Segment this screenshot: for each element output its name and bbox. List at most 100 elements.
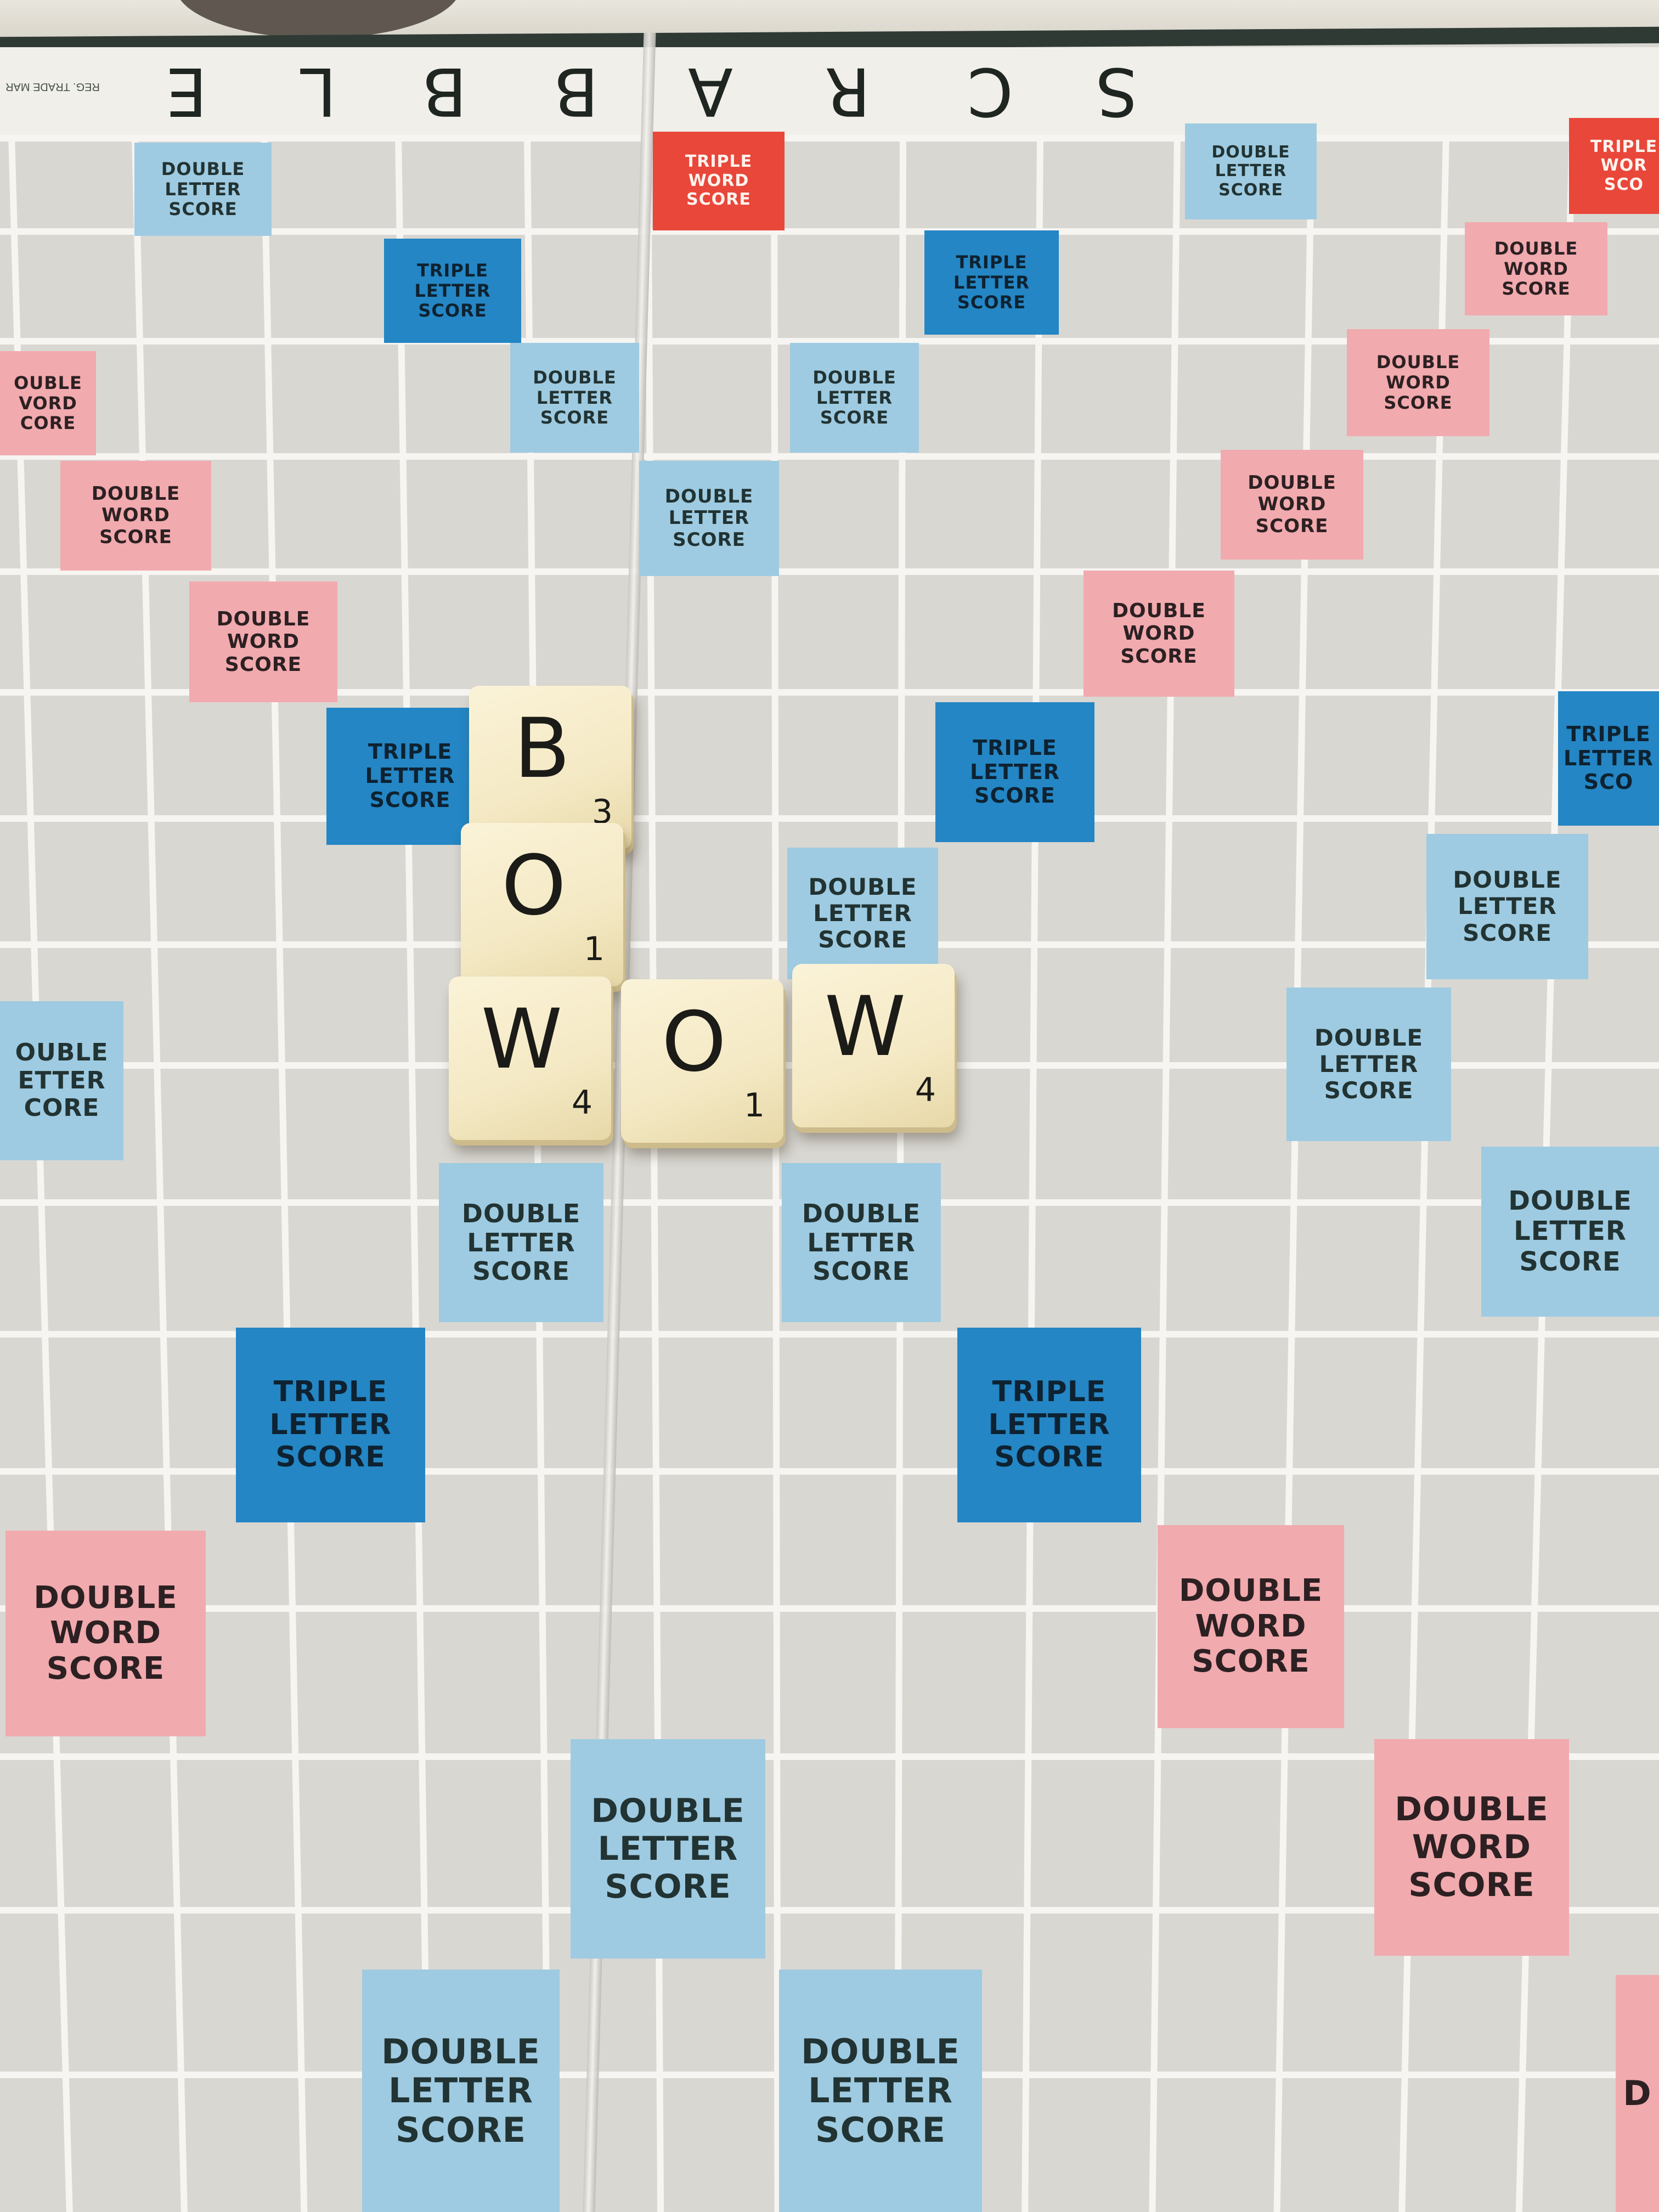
grid-line-vertical bbox=[261, 135, 308, 2212]
double-word-square: D bbox=[1616, 1975, 1659, 2212]
banner-letter: E bbox=[166, 53, 207, 129]
letter-tile[interactable]: W4 bbox=[449, 977, 611, 1140]
double-letter-square: DOUBLE LETTER SCORE bbox=[782, 1163, 941, 1322]
banner-letter: L bbox=[300, 53, 337, 129]
double-word-square: DOUBLE WORD SCORE bbox=[5, 1531, 206, 1736]
triple-word-square: TRIPLE WORD SCORE bbox=[653, 132, 785, 230]
premium-label-line: SCORE bbox=[472, 1256, 570, 1286]
premium-label-line: LETTER bbox=[1319, 1050, 1419, 1077]
banner-letter: A bbox=[687, 53, 733, 129]
premium-label-line: SCORE bbox=[820, 407, 889, 428]
premium-label-line: SCORE bbox=[224, 653, 302, 676]
premium-label-line: SCORE bbox=[957, 292, 1026, 313]
trademark-text: REG. TRADE MAR bbox=[5, 81, 100, 93]
premium-label-line: LETTER bbox=[467, 1227, 575, 1257]
premium-label-line: LETTER bbox=[165, 178, 241, 200]
double-word-square: DOUBLE WORD SCORE bbox=[1347, 329, 1489, 436]
premium-label-line: SCORE bbox=[1502, 278, 1571, 300]
premium-label-line: WORD bbox=[1412, 1828, 1532, 1866]
tile-score: 4 bbox=[915, 1071, 936, 1109]
premium-label-line: LETTER bbox=[1215, 161, 1287, 181]
premium-label-line: WORD bbox=[1386, 372, 1451, 393]
premium-label-line: LETTER bbox=[1563, 746, 1654, 770]
letter-tile[interactable]: W4 bbox=[792, 964, 955, 1127]
premium-label-line: LETTER bbox=[1514, 1216, 1627, 1247]
premium-label-line: SCORE bbox=[974, 783, 1056, 808]
double-word-square: DOUBLE WORD SCORE bbox=[60, 461, 211, 571]
tile-letter: O bbox=[661, 995, 727, 1090]
tile-score: 4 bbox=[571, 1084, 592, 1122]
premium-label-line: ETTER bbox=[18, 1066, 106, 1094]
premium-label-line: OUBLE bbox=[14, 372, 82, 393]
premium-label-line: SCORE bbox=[815, 2109, 946, 2150]
premium-label-line: SCORE bbox=[46, 1650, 165, 1686]
grid-line-horizontal bbox=[0, 1605, 1659, 1612]
premium-label-line: WORD bbox=[50, 1615, 161, 1651]
premium-label-line: LETTER bbox=[365, 764, 455, 788]
premium-label-line: LETTER bbox=[414, 280, 491, 301]
triple-letter-square: TRIPLE LETTER SCORE bbox=[924, 230, 1059, 335]
premium-label-line: DOUBLE bbox=[801, 2032, 960, 2072]
premium-label-line: DOUBLE bbox=[1395, 1790, 1549, 1829]
double-letter-square: DOUBLE LETTER SCORE bbox=[1286, 988, 1451, 1141]
premium-label-line: WORD bbox=[227, 630, 300, 653]
premium-label-line: LETTER bbox=[1458, 893, 1557, 920]
premium-label-line: LETTER bbox=[807, 1227, 916, 1257]
grid-line-vertical bbox=[395, 135, 432, 2212]
premium-label-line: SCORE bbox=[168, 199, 238, 220]
double-letter-square: DOUBLE LETTER SCORE bbox=[439, 1163, 603, 1322]
board-banner: REG. TRADE MAR S C R A B B L E bbox=[0, 47, 1659, 140]
premium-label-line: SCORE bbox=[1463, 919, 1552, 946]
letter-tile[interactable]: O1 bbox=[621, 979, 783, 1143]
premium-label-line: SCORE bbox=[396, 2109, 526, 2150]
premium-label-line: DOUBLE bbox=[1508, 1186, 1632, 1217]
grid-line-horizontal bbox=[0, 815, 1659, 822]
premium-label-line: LETTER bbox=[269, 1408, 392, 1441]
premium-label-line: DOUBLE bbox=[216, 607, 311, 630]
triple-letter-square: TRIPLE LETTER SCORE bbox=[935, 702, 1094, 842]
double-letter-square: DOUBLE LETTER SCORE bbox=[779, 1970, 982, 2212]
tile-letter: W bbox=[481, 992, 563, 1087]
premium-label-line: DOUBLE bbox=[808, 873, 917, 900]
premium-label-line: LETTER bbox=[953, 272, 1030, 293]
premium-label-line: SCORE bbox=[605, 1867, 731, 1906]
double-letter-square: DOUBLE LETTER SCORE bbox=[639, 461, 779, 576]
triple-letter-square: TRIPLE LETTER SCO bbox=[1558, 691, 1659, 826]
premium-label-line: SCORE bbox=[1192, 1644, 1310, 1680]
premium-label-line: SCORE bbox=[673, 528, 746, 551]
premium-label-line: DOUBLE bbox=[1494, 238, 1578, 259]
premium-label-line: CORE bbox=[20, 413, 76, 434]
premium-label-line: SCORE bbox=[369, 787, 451, 812]
banner-letter: B bbox=[553, 53, 599, 129]
premium-label-line: SCO bbox=[1583, 770, 1634, 794]
double-letter-square: DOUBLE LETTER SCORE bbox=[571, 1739, 765, 1959]
double-letter-square: DOUBLE LETTER SCORE bbox=[1481, 1147, 1659, 1317]
premium-label-line: SCORE bbox=[418, 300, 487, 321]
premium-label-line: TRIPLE bbox=[685, 152, 753, 172]
premium-label-line: SCORE bbox=[812, 1256, 910, 1286]
premium-label-line: LETTER bbox=[988, 1408, 1110, 1441]
premium-label-line: LETTER bbox=[808, 2070, 953, 2111]
double-letter-square: DOUBLE LETTER SCORE bbox=[1426, 834, 1588, 979]
tile-letter: B bbox=[514, 701, 571, 797]
triple-letter-square: TRIPLE LETTER SCORE bbox=[384, 239, 521, 343]
premium-label-line: SCORE bbox=[99, 526, 172, 548]
double-letter-square: DOUBLE LETTER SCORE bbox=[134, 143, 272, 236]
premium-label-line: SCORE bbox=[1255, 515, 1329, 537]
premium-label-line: DOUBLE bbox=[1178, 1573, 1323, 1609]
premium-label-line: DOUBLE bbox=[1453, 866, 1562, 894]
letter-tile[interactable]: O1 bbox=[461, 823, 623, 986]
premium-label-line: LETTER bbox=[597, 1829, 738, 1868]
double-word-square: OUBLE VORD CORE bbox=[0, 351, 96, 455]
premium-label-line: CORE bbox=[24, 1094, 100, 1122]
triple-letter-square: TRIPLE LETTER SCORE bbox=[957, 1328, 1141, 1522]
grid-line-vertical bbox=[771, 135, 781, 2212]
premium-label-line: DOUBLE bbox=[33, 1579, 178, 1616]
premium-label-line: SCORE bbox=[275, 1441, 386, 1474]
double-word-square: DOUBLE WORD SCORE bbox=[1374, 1739, 1569, 1956]
premium-label-line: SCO bbox=[1604, 174, 1644, 194]
premium-label-line: SCORE bbox=[1519, 1246, 1621, 1277]
brand-letters: REG. TRADE MAR S C R A B B L E bbox=[0, 47, 1174, 135]
premium-label-line: WORD bbox=[1122, 622, 1195, 645]
grid-line-vertical bbox=[1149, 135, 1181, 2212]
